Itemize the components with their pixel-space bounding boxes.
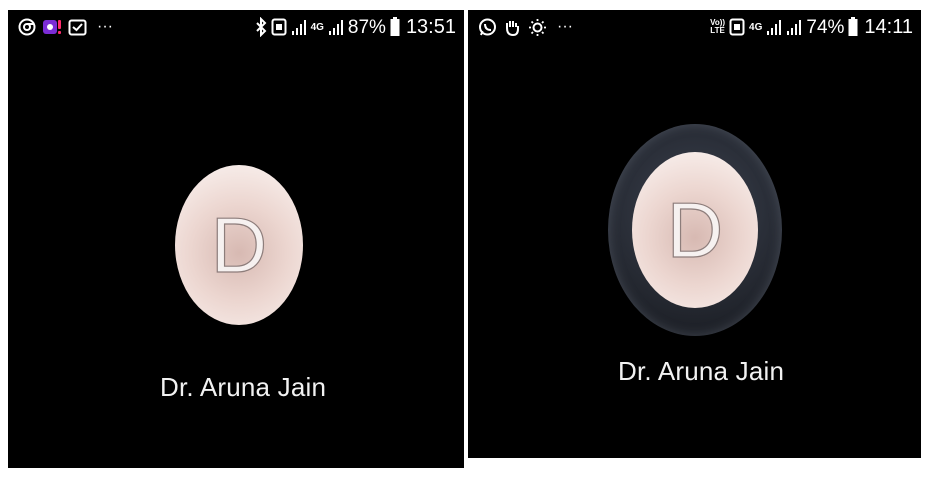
avatar-initial: D xyxy=(210,201,268,289)
caller-name: Dr. Aruna Jain xyxy=(618,356,785,386)
clock-time: 14:11 xyxy=(864,16,913,38)
avatar: D xyxy=(175,165,303,325)
network-type-label: 4G xyxy=(310,21,324,33)
chrome-icon xyxy=(18,18,36,36)
sim-icon xyxy=(271,18,287,36)
notification-app-icon xyxy=(42,18,62,36)
gmail-icon xyxy=(68,19,87,36)
signal-icon xyxy=(766,18,782,36)
avatar: D xyxy=(632,152,758,308)
status-bar: ··· Vo)) LTE 4G 74% 14:11 xyxy=(468,10,921,44)
battery-percentage: 74% xyxy=(806,16,845,38)
volte-label-bottom: LTE xyxy=(710,26,725,35)
call-screen-right: ··· Vo)) LTE 4G 74% 14:11 D Dr. Aruna Ja… xyxy=(468,10,921,458)
signal-icon xyxy=(786,18,802,36)
signal-icon xyxy=(328,18,344,36)
more-notifications-icon: ··· xyxy=(97,18,113,35)
call-screen-left: ··· 4G 87% 13:51 D Dr. Aruna Jain xyxy=(8,10,464,468)
clock-time: 13:51 xyxy=(405,16,456,38)
bluetooth-icon xyxy=(255,17,267,37)
battery-percentage: 87% xyxy=(347,16,386,38)
volte-icon: Vo)) LTE xyxy=(710,19,725,35)
hand-icon xyxy=(503,18,522,37)
battery-icon xyxy=(390,17,400,37)
battery-icon xyxy=(848,17,858,37)
sim-icon xyxy=(729,18,745,36)
avatar-initial: D xyxy=(666,186,724,274)
calling-ring: D xyxy=(608,124,782,336)
brightness-icon xyxy=(528,18,547,37)
status-bar: ··· 4G 87% 13:51 xyxy=(8,10,464,44)
whatsapp-icon xyxy=(478,18,497,37)
caller-avatar: D xyxy=(175,165,303,325)
caller-name: Dr. Aruna Jain xyxy=(160,372,327,402)
more-notifications-icon: ··· xyxy=(557,18,573,35)
signal-icon xyxy=(291,18,307,36)
network-type-label: 4G xyxy=(749,21,763,33)
